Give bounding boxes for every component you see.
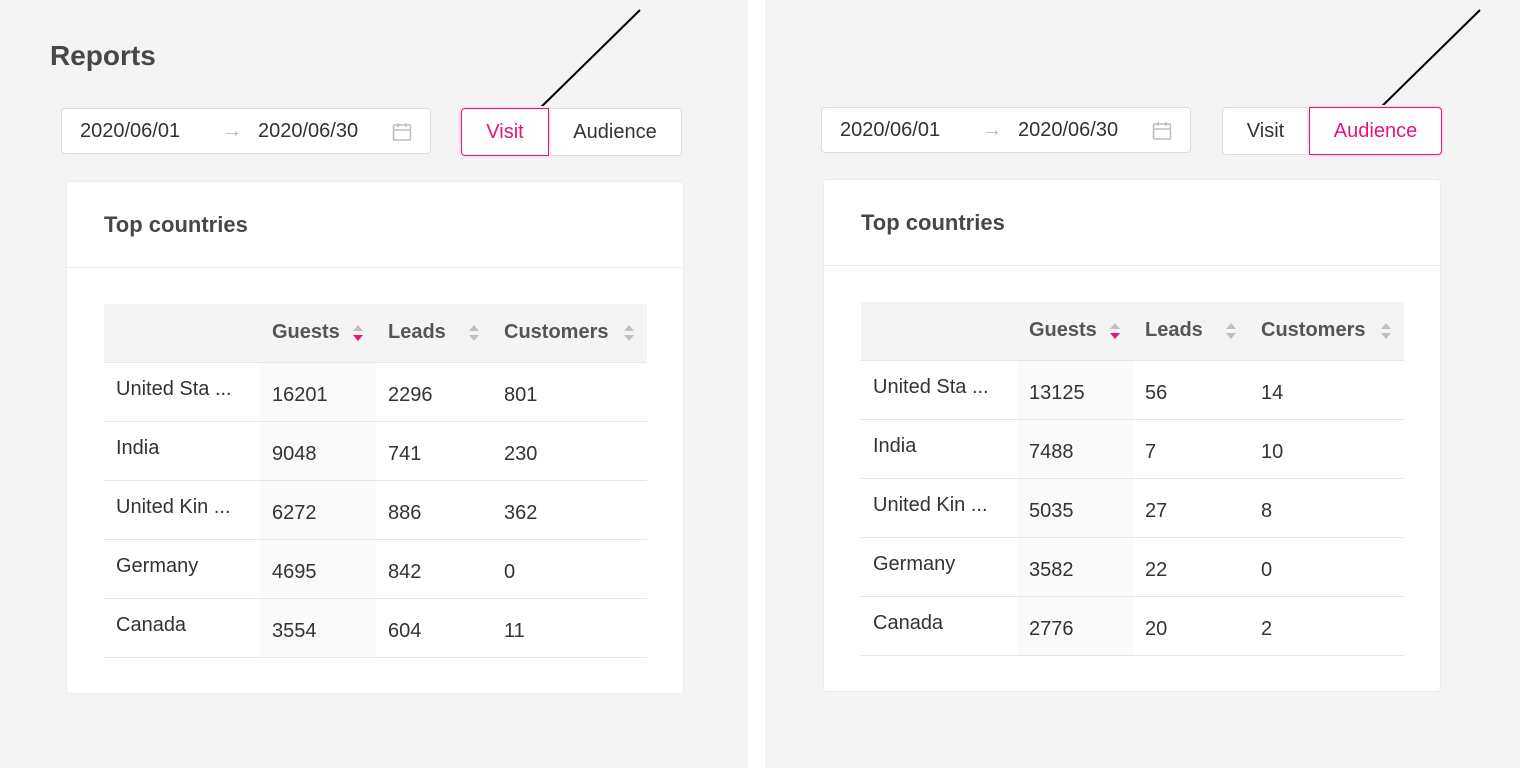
leads-cell: 2296 xyxy=(376,362,492,422)
card-header: Top countries xyxy=(67,182,683,268)
customers-cell: 230 xyxy=(492,421,647,481)
customers-cell: 801 xyxy=(492,362,647,422)
sort-caret-icon[interactable] xyxy=(352,324,364,342)
customers-cell: 0 xyxy=(492,539,647,599)
guests-cell: 7488 xyxy=(1017,419,1133,479)
table-row: Germany 3582 22 0 xyxy=(861,537,1404,597)
customers-cell: 11 xyxy=(492,598,647,658)
table-row: India 9048 741 230 xyxy=(104,421,647,481)
guests-cell: 6272 xyxy=(260,480,376,540)
column-header-guests[interactable]: Guests xyxy=(1017,302,1133,361)
countries-table: Guests Leads Customers United Sta ... 16… xyxy=(104,304,647,658)
page-title: Reports xyxy=(50,40,156,71)
column-header-customers[interactable]: Customers xyxy=(1249,302,1404,361)
report-panel-audience: 2020/06/01 → 2020/06/30 Visit Audience T… xyxy=(765,0,1520,768)
guests-cell: 3582 xyxy=(1017,537,1133,597)
leads-cell: 7 xyxy=(1133,419,1249,479)
top-countries-card: Top countries Guests Leads Customers Uni… xyxy=(823,179,1441,692)
guests-cell: 3554 xyxy=(260,598,376,658)
sort-caret-icon[interactable] xyxy=(623,324,635,342)
column-header-country xyxy=(861,302,1017,361)
country-cell: United Kin ... xyxy=(104,480,260,540)
leads-cell: 56 xyxy=(1133,360,1249,420)
date-end-input[interactable]: 2020/06/30 xyxy=(258,120,358,143)
date-range-picker[interactable]: 2020/06/01 → 2020/06/30 xyxy=(61,108,431,154)
calendar-icon[interactable] xyxy=(1152,121,1172,141)
calendar-icon[interactable] xyxy=(392,122,412,142)
column-header-label: Guests xyxy=(1029,319,1097,342)
sort-caret-icon[interactable] xyxy=(1225,322,1237,340)
country-cell: Canada xyxy=(104,598,260,658)
table-header-row: Guests Leads Customers xyxy=(104,304,647,363)
table-header-row: Guests Leads Customers xyxy=(861,302,1404,361)
customers-cell: 8 xyxy=(1249,478,1404,538)
guests-cell: 16201 xyxy=(260,362,376,422)
view-toggle: Visit Audience xyxy=(1222,107,1442,155)
leads-cell: 842 xyxy=(376,539,492,599)
guests-cell: 13125 xyxy=(1017,360,1133,420)
leads-cell: 886 xyxy=(376,480,492,540)
leads-cell: 741 xyxy=(376,421,492,481)
table-row: United Sta ... 13125 56 14 xyxy=(861,360,1404,420)
table-row: India 7488 7 10 xyxy=(861,419,1404,479)
customers-cell: 0 xyxy=(1249,537,1404,597)
countries-table: Guests Leads Customers United Sta ... 13… xyxy=(861,302,1404,656)
date-start-input[interactable]: 2020/06/01 xyxy=(840,119,940,142)
sort-caret-icon[interactable] xyxy=(1109,322,1121,340)
card-header: Top countries xyxy=(824,180,1440,266)
visit-tab-button[interactable]: Visit xyxy=(1222,107,1309,155)
guests-cell: 2776 xyxy=(1017,596,1133,656)
leads-cell: 20 xyxy=(1133,596,1249,656)
country-cell: India xyxy=(104,421,260,481)
table-row: United Kin ... 6272 886 362 xyxy=(104,480,647,540)
table-row: Canada 2776 20 2 xyxy=(861,596,1404,656)
country-cell: India xyxy=(861,419,1017,479)
column-header-leads[interactable]: Leads xyxy=(1133,302,1249,361)
country-cell: United Sta ... xyxy=(861,360,1017,420)
leads-cell: 27 xyxy=(1133,478,1249,538)
column-header-label: Customers xyxy=(1261,319,1366,342)
column-header-label: Leads xyxy=(1145,319,1203,342)
country-cell: United Sta ... xyxy=(104,362,260,422)
guests-cell: 9048 xyxy=(260,421,376,481)
visit-tab-button[interactable]: Visit xyxy=(461,108,549,156)
date-end-input[interactable]: 2020/06/30 xyxy=(1018,119,1118,142)
table-row: Germany 4695 842 0 xyxy=(104,539,647,599)
column-header-guests[interactable]: Guests xyxy=(260,304,376,363)
leads-cell: 22 xyxy=(1133,537,1249,597)
report-panel-visit: Reports 2020/06/01 → 2020/06/30 Visit Au… xyxy=(0,0,748,768)
country-cell: Germany xyxy=(861,537,1017,597)
card-title: Top countries xyxy=(104,211,248,237)
column-header-country xyxy=(104,304,260,363)
date-range-picker[interactable]: 2020/06/01 → 2020/06/30 xyxy=(821,107,1191,153)
guests-cell: 4695 xyxy=(260,539,376,599)
column-header-label: Guests xyxy=(272,321,340,344)
date-start-input[interactable]: 2020/06/01 xyxy=(80,120,180,143)
arrow-right-icon: → xyxy=(982,118,1002,141)
sort-caret-icon[interactable] xyxy=(1380,322,1392,340)
customers-cell: 2 xyxy=(1249,596,1404,656)
table-row: United Kin ... 5035 27 8 xyxy=(861,478,1404,538)
leads-cell: 604 xyxy=(376,598,492,658)
arrow-right-icon: → xyxy=(222,119,242,142)
country-cell: Canada xyxy=(861,596,1017,656)
customers-cell: 14 xyxy=(1249,360,1404,420)
column-header-leads[interactable]: Leads xyxy=(376,304,492,363)
sort-caret-icon[interactable] xyxy=(468,324,480,342)
column-header-label: Customers xyxy=(504,321,609,344)
country-cell: United Kin ... xyxy=(861,478,1017,538)
country-cell: Germany xyxy=(104,539,260,599)
column-header-customers[interactable]: Customers xyxy=(492,304,647,363)
guests-cell: 5035 xyxy=(1017,478,1133,538)
audience-tab-button[interactable]: Audience xyxy=(1309,107,1442,155)
column-header-label: Leads xyxy=(388,321,446,344)
customers-cell: 362 xyxy=(492,480,647,540)
customers-cell: 10 xyxy=(1249,419,1404,479)
top-countries-card: Top countries Guests Leads Customers Uni… xyxy=(66,181,684,694)
table-row: Canada 3554 604 11 xyxy=(104,598,647,658)
table-row: United Sta ... 16201 2296 801 xyxy=(104,362,647,422)
card-title: Top countries xyxy=(861,209,1005,235)
